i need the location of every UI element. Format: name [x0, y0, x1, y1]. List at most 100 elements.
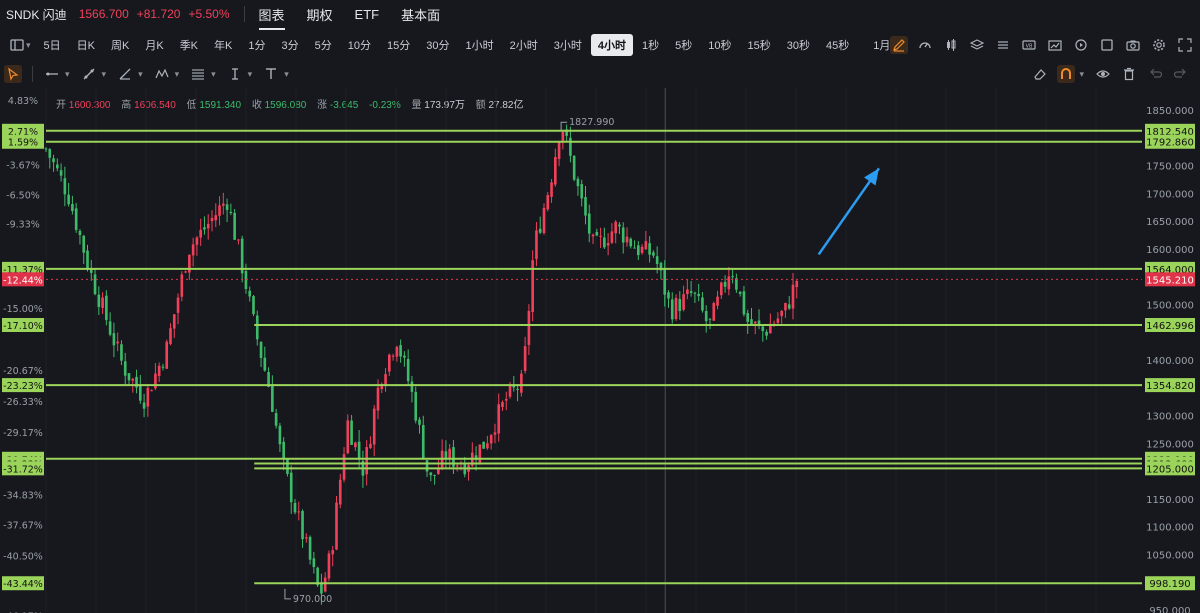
redo-icon[interactable]: [1172, 65, 1190, 83]
low-marker: [284, 588, 291, 600]
timeframe-2[interactable]: 周K: [104, 34, 136, 56]
timeframe-10[interactable]: 15分: [380, 34, 417, 56]
candle-body: [693, 292, 697, 294]
eraser-icon[interactable]: [1031, 65, 1049, 83]
timeframe-11[interactable]: 30分: [419, 34, 456, 56]
candle-body: [161, 366, 165, 368]
undo-icon[interactable]: [1146, 65, 1164, 83]
candle-body: [278, 425, 282, 445]
y-tick-label: 1400.000: [1146, 356, 1194, 367]
candle-body: [652, 252, 655, 256]
candle-body: [112, 333, 116, 346]
candle-body: [63, 178, 67, 195]
candle-body: [784, 303, 787, 311]
fib-icon[interactable]: [189, 65, 207, 83]
chevron-down-icon[interactable]: ▾: [211, 69, 216, 80]
gear-icon[interactable]: [1150, 36, 1168, 54]
layout-icon[interactable]: [8, 36, 26, 54]
candle-body: [48, 149, 52, 158]
timeframe-toolbar: ▾ 5日 日K 周K 月K 季K 年K 1分 3分 5分 10分 15分 30分 1小时 2小时 3小时 4小…: [0, 33, 1200, 57]
candle-body: [523, 346, 527, 371]
trend-line-icon[interactable]: [43, 65, 61, 83]
candle-body: [716, 296, 719, 306]
pct-tick-label: -3.67%: [6, 160, 40, 171]
price-change: +81.720: [136, 7, 181, 21]
level-price-label: 1792.860: [1146, 138, 1194, 149]
timeframe-21[interactable]: 45秒: [819, 34, 856, 56]
timeframe-16[interactable]: 1秒: [635, 34, 666, 56]
candle-body: [629, 238, 633, 247]
candle-body: [195, 237, 199, 245]
candle-body: [640, 246, 644, 254]
text-icon[interactable]: [262, 65, 280, 83]
timeframe-18[interactable]: 10秒: [701, 34, 738, 56]
chevron-down-icon[interactable]: ▾: [284, 69, 289, 80]
chevron-down-icon[interactable]: ▾: [102, 69, 107, 80]
magnet-icon[interactable]: [1057, 65, 1076, 83]
replay-icon[interactable]: [1072, 36, 1090, 54]
tab-options[interactable]: 期权: [307, 5, 333, 24]
fullscreen-frame-icon[interactable]: [1098, 36, 1116, 54]
pct-tick-label: -15.00%: [3, 304, 43, 315]
timeframe-6[interactable]: 1分: [241, 34, 272, 56]
tab-chart[interactable]: 图表: [258, 5, 285, 30]
timeframe-1[interactable]: 日K: [70, 34, 102, 56]
expand-icon[interactable]: [1176, 36, 1194, 54]
candle-body: [59, 170, 63, 176]
candle-body: [248, 290, 252, 297]
candle-body: [323, 577, 327, 592]
candle-body: [206, 223, 210, 229]
timeframe-8[interactable]: 5分: [308, 34, 339, 56]
camera-icon[interactable]: [1124, 36, 1142, 54]
timeframe-7[interactable]: 3分: [275, 34, 306, 56]
pattern-icon[interactable]: [153, 65, 171, 83]
layers-icon[interactable]: [968, 36, 986, 54]
eye-icon[interactable]: [1094, 65, 1112, 83]
text-cursor-icon[interactable]: [226, 65, 244, 83]
candlestick-chart[interactable]: 1812.5402.71%1792.8601.59%1564.000-11.37…: [0, 88, 1200, 613]
candle-body: [139, 385, 142, 401]
level-price-label: 998.190: [1149, 579, 1190, 590]
pencil-icon[interactable]: [890, 36, 908, 54]
timeframe-0[interactable]: 5日: [37, 34, 68, 56]
ray-icon[interactable]: [80, 65, 98, 83]
chart-add-icon[interactable]: [1046, 36, 1064, 54]
timeframe-14[interactable]: 3小时: [547, 34, 589, 56]
chevron-down-icon[interactable]: ▾: [138, 69, 143, 80]
level-lines[interactable]: 1812.5402.71%1792.8601.59%1564.000-11.37…: [2, 123, 1195, 591]
candle-body: [108, 321, 112, 335]
chevron-down-icon[interactable]: ▾: [26, 40, 31, 51]
chevron-down-icon[interactable]: ▾: [65, 69, 70, 80]
candle-body: [331, 550, 335, 555]
gauge-icon[interactable]: [916, 36, 934, 54]
timeframe-19[interactable]: 15秒: [741, 34, 778, 56]
brush-icon[interactable]: [116, 65, 134, 83]
y-tick-label: 1250.000: [1146, 439, 1194, 450]
candle-body: [580, 184, 584, 199]
candle-body: [486, 443, 489, 449]
candle-body: [259, 341, 263, 359]
timeframe-17[interactable]: 5秒: [668, 34, 699, 56]
timeframe-12[interactable]: 1小时: [459, 34, 501, 56]
tab-etf[interactable]: ETF: [355, 7, 380, 22]
timeframe-4[interactable]: 季K: [173, 34, 205, 56]
trash-icon[interactable]: [1120, 65, 1138, 83]
timeframe-15[interactable]: 4小时: [590, 34, 633, 56]
chevron-down-icon[interactable]: ▾: [1079, 69, 1084, 80]
tab-fundamentals[interactable]: 基本面: [401, 5, 440, 24]
timeframe-20[interactable]: 30秒: [780, 34, 817, 56]
candle-body: [131, 378, 135, 381]
timeframe-9[interactable]: 10分: [341, 34, 378, 56]
timeframe-13[interactable]: 2小时: [503, 34, 545, 56]
timeframe-5[interactable]: 年K: [207, 34, 239, 56]
chevron-down-icon[interactable]: ▾: [175, 69, 180, 80]
candlestick-icon[interactable]: [942, 36, 960, 54]
cursor-icon[interactable]: [4, 65, 22, 83]
timeframe-3[interactable]: 月K: [138, 34, 170, 56]
candle-body: [150, 390, 153, 392]
list-icon[interactable]: [994, 36, 1012, 54]
level-pct-label: -23.23%: [3, 381, 43, 392]
chevron-down-icon[interactable]: ▾: [248, 69, 253, 80]
candle-body: [735, 278, 738, 290]
vwap-icon[interactable]: VB: [1020, 36, 1038, 54]
